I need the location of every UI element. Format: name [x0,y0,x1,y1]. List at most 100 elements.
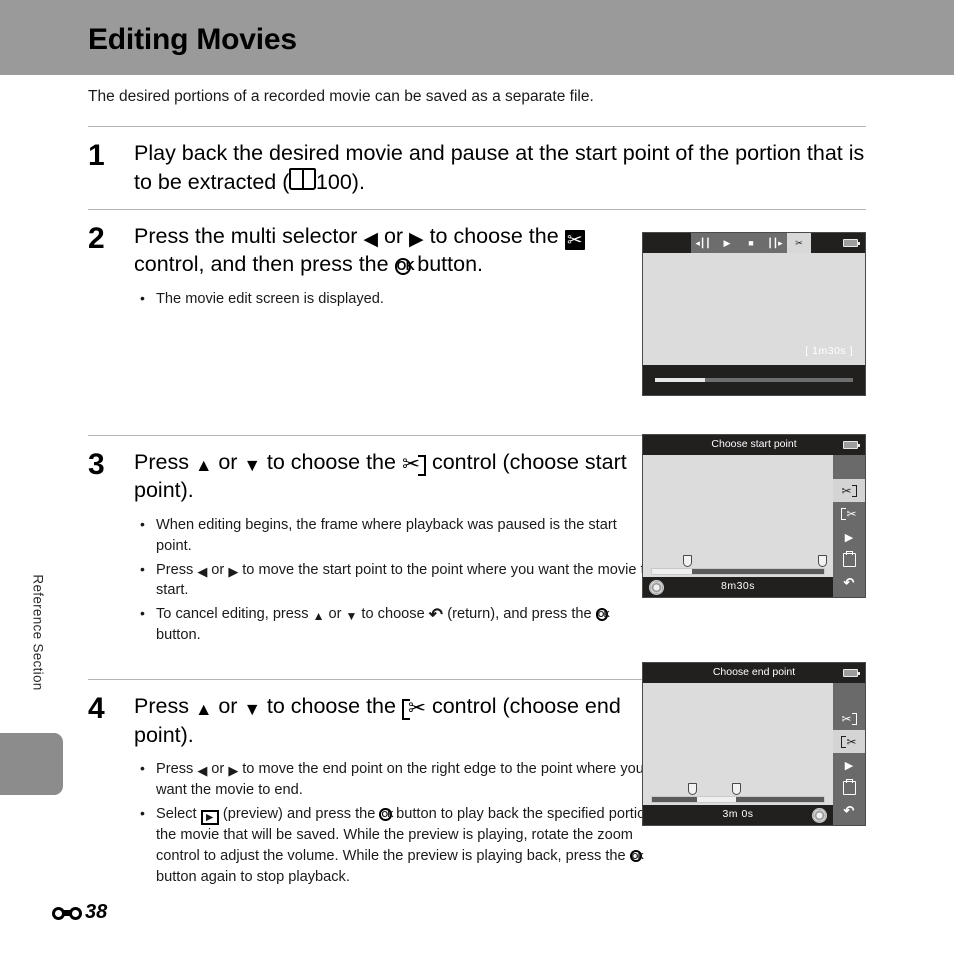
step-1-text-b: 100). [315,170,365,195]
battery-icon [843,441,860,449]
timeline-track[interactable] [651,796,825,803]
camera-screen-playback: ◂┃┃ ▶ ■ ┃┃▸ ✂ [ 1m30s ] [642,232,866,396]
page-number: 38 [85,901,108,923]
end-point-topbar: Choose end point [643,663,865,683]
bullet-text: Select [156,805,201,822]
list-item: Press or to move the end point on the ri… [134,758,676,801]
advance-icon[interactable]: ┃┃▸ [763,233,787,253]
step-1-text-a: Play back the desired movie and pause at… [134,141,865,195]
section-thumb-tab [0,733,63,795]
playback-bottom-bar: [ 1m30s ] [643,345,865,395]
step-2-number: 2 [88,221,105,255]
list-item: When editing begins, the frame where pla… [134,514,656,557]
end-point-sidebar [833,683,865,825]
scissors-start-icon[interactable] [833,479,865,502]
playback-time: [ 1m30s ] [805,345,853,357]
up-arrow-icon [313,609,325,624]
playback-topbar: ◂┃┃ ▶ ■ ┃┃▸ ✂ [643,233,865,253]
playback-progress-fill [655,378,705,382]
bullet-text: To cancel editing, press [156,606,313,623]
play-icon[interactable] [833,753,865,776]
bullet-text: to choose [357,606,429,623]
section-side-label: Reference Section [30,574,46,691]
save-icon[interactable] [833,776,865,799]
down-arrow-icon [243,698,260,720]
left-arrow-icon [363,228,378,250]
step-2-heading: Press the multi selector or to choose th… [134,222,634,279]
manual-book-icon [289,168,316,191]
end-point-time: 3m 0s [722,808,754,820]
up-arrow-icon [195,698,212,720]
playback-progress-track[interactable] [655,378,853,382]
stop-icon[interactable]: ■ [739,233,763,253]
start-point-marker[interactable] [682,555,692,567]
scissors-icon[interactable]: ✂ [787,233,811,253]
start-point-topbar: Choose start point [643,435,865,455]
bullet-text: or [207,761,229,778]
start-point-time: 8m30s [720,580,755,592]
start-point-marker[interactable] [688,783,698,795]
end-point-title: Choose end point [712,666,796,678]
step-4-text-b: to choose the [260,694,402,719]
save-icon[interactable] [833,548,865,571]
bullet-text: Press [156,561,198,578]
scissors-end-icon[interactable] [833,502,865,525]
start-point-timeline: 8m30s [643,553,833,597]
step-4-heading: Press or to choose the control (choose e… [134,692,634,749]
end-point-marker[interactable] [817,555,827,567]
intro-paragraph: The desired portions of a recorded movie… [88,88,594,105]
return-icon[interactable] [833,571,865,594]
timeline-footer: 8m30s [643,577,833,597]
camera-screen-end-point: Choose end point 3m 0s [642,662,866,826]
scissors-end-icon[interactable] [833,730,865,753]
step-3-text-a: Press [134,449,195,474]
ok-button-icon [595,608,609,621]
end-point-timeline: 3m 0s [643,781,833,825]
return-icon[interactable] [833,799,865,822]
step-2-text-or: or [377,223,410,248]
step-2-text-a: Press the multi selector [134,223,364,248]
end-point-marker[interactable] [732,783,742,795]
preview-play-icon [200,809,219,825]
step-4-text-a: Press [134,694,195,719]
right-arrow-icon [409,228,424,250]
step-2-text-d: button. [411,252,484,277]
ok-button-icon [629,849,643,863]
list-item: Press or to move the start point to the … [134,559,656,602]
right-arrow-icon [228,764,238,779]
step-1-number: 1 [88,139,105,173]
down-arrow-icon [243,454,260,476]
bullet-text: (preview) and press the [218,805,380,822]
scissors-control-icon [564,229,585,250]
list-item: To cancel editing, press or to choose (r… [134,603,656,646]
bullet-text: or [207,561,229,578]
multi-selector-icon [812,808,827,823]
timeline-fill [696,797,737,802]
play-icon[interactable] [833,525,865,548]
step-3-heading: Press or to choose the control (choose s… [134,448,634,505]
list-item: Select (preview) and press the button to… [134,803,676,887]
step-3-number: 3 [88,447,105,481]
list-item: The movie edit screen is displayed. [134,288,656,310]
rewind-icon[interactable]: ◂┃┃ [691,233,715,253]
up-arrow-icon [195,454,212,476]
battery-icon [843,239,860,247]
bullet-text: or [324,606,346,623]
step-2-text-c: control, and then press the [134,252,395,277]
play-icon[interactable]: ▶ [715,233,739,253]
bullet-text: (return), and press the [443,606,596,623]
step-4-text-or: or [212,694,244,719]
step-1: 1 Play back the desired movie and pause … [88,127,866,208]
step-3-text-b: to choose the [260,449,402,474]
return-icon [429,606,443,624]
start-point-title: Choose start point [711,438,797,450]
battery-icon [843,669,860,677]
step-2-text-b: to choose the [423,223,565,248]
timeline-track[interactable] [651,568,825,575]
scissors-start-icon[interactable] [833,707,865,730]
timeline-fill [652,569,692,574]
bullet-text: button again to stop playback. [156,868,350,885]
step-3-text-or: or [212,449,244,474]
right-arrow-icon [228,565,238,580]
camera-screen-start-point: Choose start point 8m30s [642,434,866,598]
